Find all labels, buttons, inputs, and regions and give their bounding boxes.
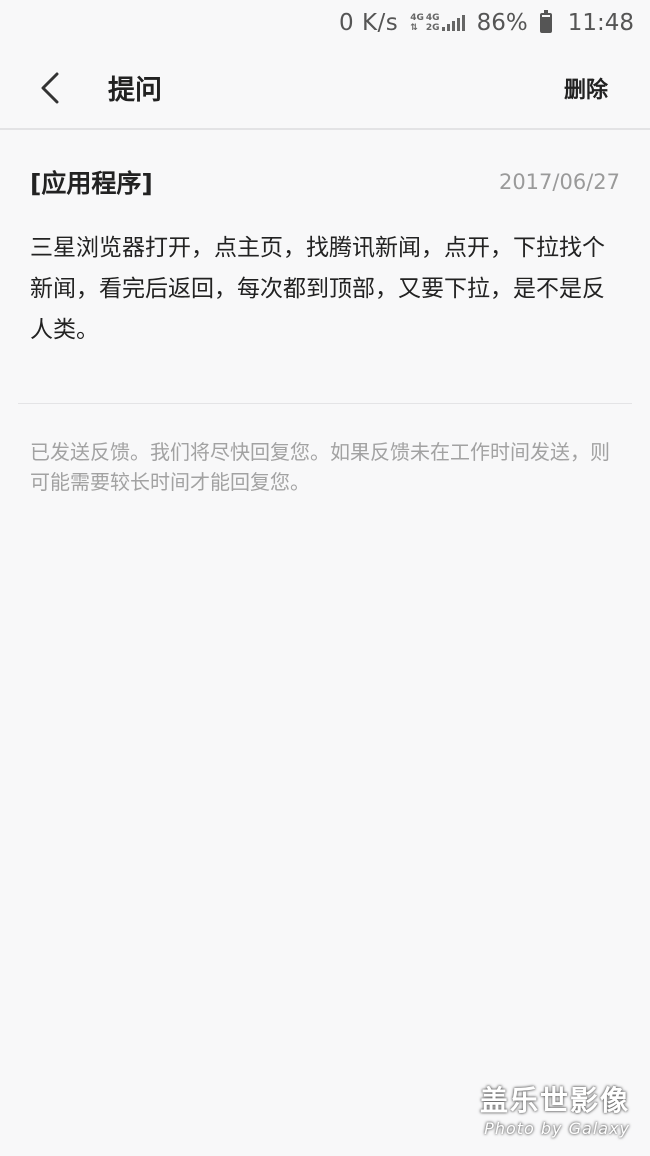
status-bar: 0 K/s 4G ⇅ 4G 2G 86% 11:48 [0, 0, 650, 46]
signal-icon [441, 15, 465, 31]
question-category: [应用程序] [30, 169, 153, 198]
feedback-sent-note: 已发送反馈。我们将尽快回复您。如果反馈未在工作时间发送，则可能需要较长时间才能回… [30, 440, 610, 494]
net-type-4g-2g: 4G 2G [425, 13, 440, 33]
clock: 11:48 [567, 10, 634, 36]
net-type-4g: 4G ⇅ [410, 13, 424, 33]
back-button[interactable] [30, 68, 70, 108]
app-bar: 提问 删除 [0, 46, 650, 129]
page-title: 提问 [108, 75, 162, 106]
battery-percentage: 86% [476, 10, 528, 36]
photo-watermark: 盖乐世影像 Photo by Galaxy [480, 1079, 630, 1138]
content-divider [18, 403, 632, 404]
battery-icon [539, 10, 556, 33]
header-divider [0, 128, 650, 130]
chevron-left-icon [41, 72, 59, 104]
watermark-cn: 盖乐世影像 [479, 1084, 630, 1117]
question-date: 2017/06/27 [498, 170, 620, 194]
watermark-en: Photo by Galaxy [484, 1119, 630, 1138]
question-body: 三星浏览器打开，点主页，找腾讯新闻，点开，下拉找个新闻，看完后返回，每次都到顶部… [30, 235, 605, 343]
network-speed: 0 K/s [339, 10, 399, 36]
delete-button[interactable]: 删除 [564, 72, 608, 104]
network-type-indicator: 4G ⇅ 4G 2G [410, 13, 465, 33]
screen: 0 K/s 4G ⇅ 4G 2G 86% 11:48 提问 删除 [应用程序] … [0, 0, 650, 1156]
